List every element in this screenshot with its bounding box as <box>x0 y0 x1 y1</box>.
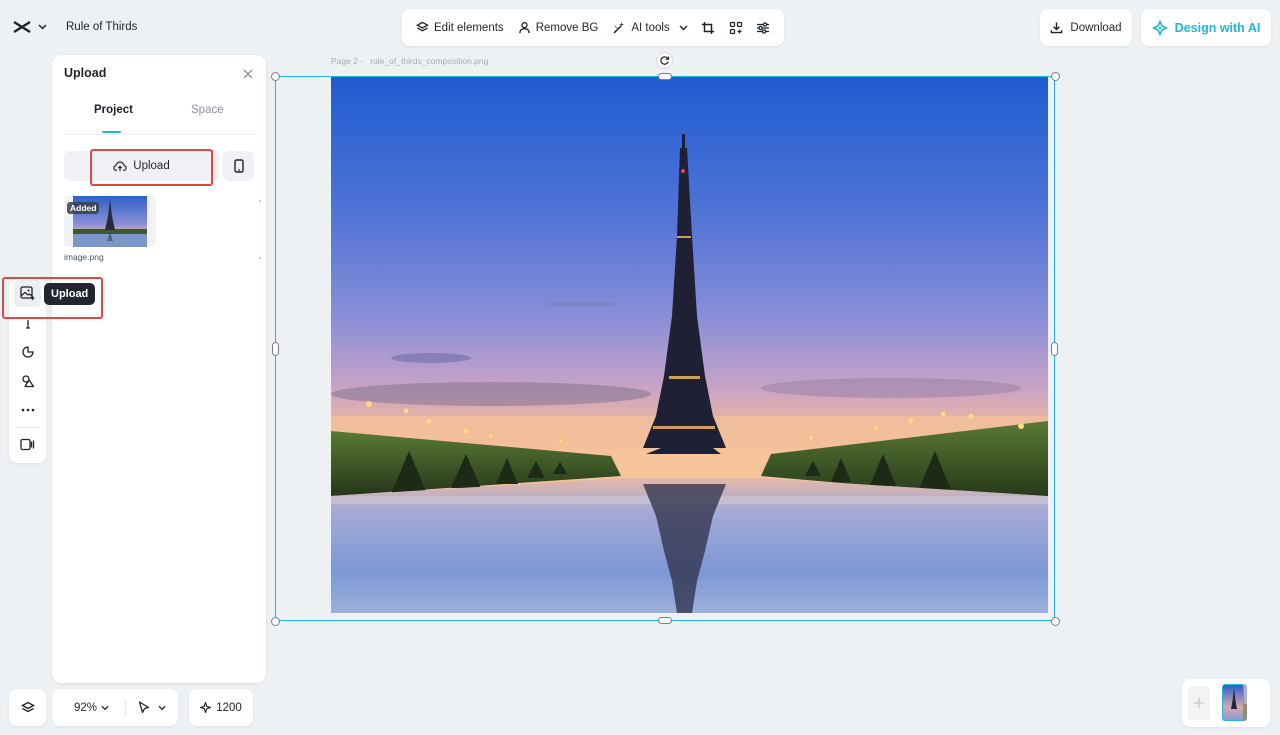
flip-button[interactable] <box>723 14 748 42</box>
chevron-down-icon <box>38 24 47 30</box>
resize-handle-left[interactable] <box>272 342 279 356</box>
elements-icon <box>21 374 35 388</box>
page-thumbnail-2-selected[interactable] <box>1222 684 1244 721</box>
zoom-controls: 92% <box>52 689 178 726</box>
resize-handle-top-right[interactable] <box>1051 72 1060 81</box>
add-page-button[interactable] <box>1188 686 1210 720</box>
rail-item-video[interactable] <box>14 431 41 458</box>
panel-title: Upload <box>64 66 106 80</box>
resize-handle-right[interactable] <box>1051 342 1058 356</box>
tab-divider <box>64 134 254 135</box>
chevron-down-icon[interactable] <box>101 705 109 711</box>
video-icon <box>20 438 35 451</box>
pointer-tool-icon[interactable] <box>138 701 150 714</box>
canvas-file-name: rule_of_thirds_composition.png <box>370 56 488 66</box>
resize-handle-bottom-right[interactable] <box>1051 617 1060 626</box>
rail-item-elements[interactable] <box>14 367 41 394</box>
layers-button[interactable] <box>9 689 46 726</box>
phone-icon <box>234 159 244 173</box>
more-icon <box>21 408 35 412</box>
page-label: Page 2 - rule_of_thirds_composition.png <box>331 56 488 66</box>
magic-wand-icon <box>612 21 626 35</box>
adjust-button[interactable] <box>751 14 776 42</box>
layers-icon <box>21 701 35 715</box>
upload-button-highlight <box>90 149 213 186</box>
active-tab-indicator <box>102 131 121 133</box>
zoom-level[interactable]: 92% <box>74 702 97 714</box>
sparkle-icon <box>200 702 211 713</box>
design-with-ai-button[interactable]: Design with AI <box>1141 9 1271 46</box>
credits-count: 1200 <box>216 702 242 714</box>
uploaded-file-thumbnail[interactable]: Added <box>64 196 156 247</box>
rotate-handle[interactable] <box>656 52 673 69</box>
flip-icon <box>729 21 743 35</box>
edit-elements-button[interactable]: Edit elements <box>410 14 510 42</box>
chevron-down-icon <box>679 25 688 31</box>
resize-handle-bottom-left[interactable] <box>271 617 280 626</box>
resize-handle-bottom[interactable] <box>658 617 672 624</box>
credits-button[interactable]: 1200 <box>189 689 253 726</box>
remove-bg-button[interactable]: Remove BG <box>512 14 605 42</box>
resize-handle-top-left[interactable] <box>271 72 280 81</box>
top-toolbar: Edit elements Remove BG AI tools <box>402 9 784 46</box>
rail-item-shapes[interactable] <box>14 338 41 365</box>
scrollbar-marker <box>259 200 261 202</box>
capcut-logo-icon <box>12 19 32 35</box>
download-label: Download <box>1070 22 1121 34</box>
ai-tools-button[interactable]: AI tools <box>606 14 693 42</box>
sliders-icon <box>756 21 770 35</box>
close-panel-button[interactable] <box>240 66 256 82</box>
file-name: image.png <box>64 252 104 262</box>
download-icon <box>1050 21 1063 34</box>
download-button[interactable]: Download <box>1040 9 1132 46</box>
close-icon <box>243 69 253 79</box>
crop-button[interactable] <box>696 14 721 42</box>
crop-icon <box>701 21 715 35</box>
zoom-divider <box>125 700 126 716</box>
ai-tools-label: AI tools <box>631 22 669 34</box>
rail-upload-highlight <box>2 277 103 319</box>
rotate-icon <box>659 55 670 66</box>
resize-handle-top[interactable] <box>658 73 672 80</box>
rail-divider <box>15 427 40 428</box>
page-navigator <box>1182 679 1270 727</box>
selection-frame <box>275 76 1055 621</box>
rail-item-more[interactable] <box>14 396 41 423</box>
upload-from-phone-button[interactable] <box>223 151 254 181</box>
app-menu-button[interactable] <box>12 16 56 38</box>
scrollbar-marker <box>259 257 261 259</box>
plus-icon <box>1193 697 1205 709</box>
tab-project[interactable]: Project <box>94 104 133 116</box>
remove-bg-label: Remove BG <box>536 22 599 34</box>
layers-icon <box>416 21 429 34</box>
shapes-icon <box>21 345 35 359</box>
tab-space[interactable]: Space <box>191 104 224 116</box>
design-with-ai-label: Design with AI <box>1175 21 1261 35</box>
edit-elements-label: Edit elements <box>434 22 504 34</box>
person-icon <box>518 21 531 34</box>
chevron-down-icon[interactable] <box>158 705 166 711</box>
document-title[interactable]: Rule of Thirds <box>58 12 145 42</box>
page-number: Page 2 - <box>331 56 363 66</box>
ai-sparkle-icon <box>1152 20 1168 36</box>
added-badge: Added <box>67 202 99 214</box>
